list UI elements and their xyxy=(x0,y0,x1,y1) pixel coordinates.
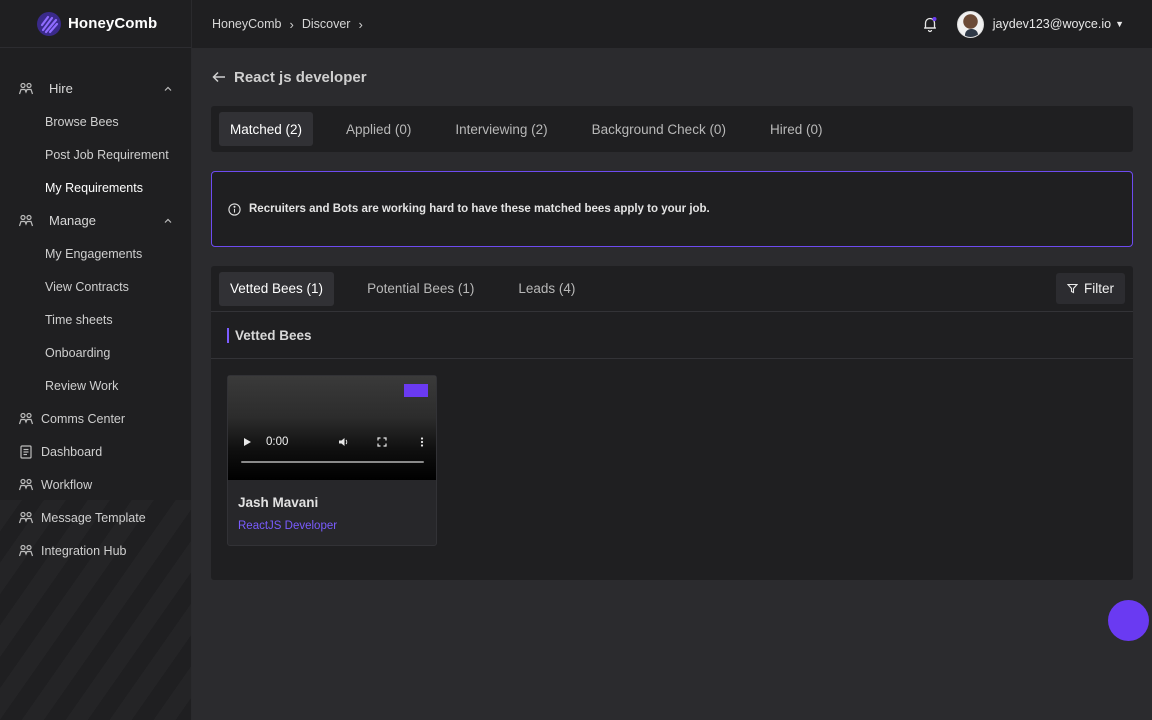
video-player[interactable]: 0:00 xyxy=(228,376,436,480)
sidebar-group-hire[interactable]: Hire xyxy=(0,72,191,105)
people-icon xyxy=(18,544,34,556)
sidebar-group-label: Hire xyxy=(49,81,73,96)
bee-card[interactable]: 0:00 Jash Mavani ReactJS Developer xyxy=(227,375,437,546)
section-header: Vetted Bees xyxy=(211,312,1133,359)
tab-matched[interactable]: Matched (2) xyxy=(219,112,314,146)
breadcrumb-item-discover[interactable]: Discover xyxy=(302,17,351,31)
chevron-up-icon[interactable] xyxy=(163,216,173,226)
info-banner: Recruiters and Bots are working hard to … xyxy=(211,171,1133,247)
user-area: jaydev123@woyce.io ▼ xyxy=(921,0,1124,48)
logo[interactable]: HoneyComb xyxy=(0,0,191,48)
sidebar-item-label: Comms Center xyxy=(41,411,126,426)
document-icon xyxy=(20,444,32,459)
sidebar-item-browse-bees[interactable]: Browse Bees xyxy=(0,105,191,138)
play-icon[interactable] xyxy=(242,437,252,447)
floating-action-button[interactable] xyxy=(1108,600,1149,641)
back-arrow-icon[interactable] xyxy=(211,69,227,85)
sidebar-item-review-work[interactable]: Review Work xyxy=(0,369,191,402)
sidebar-item-time-sheets[interactable]: Time sheets xyxy=(0,303,191,336)
tab-leads[interactable]: Leads (4) xyxy=(507,272,586,306)
sidebar-item-comms-center[interactable]: Comms Center xyxy=(0,402,191,435)
sidebar-item-dashboard[interactable]: Dashboard xyxy=(0,435,191,468)
people-icon xyxy=(18,412,34,424)
sidebar-nav: Hire Browse Bees Post Job Requirement My… xyxy=(0,48,191,567)
sidebar-item-post-job-requirement[interactable]: Post Job Requirement xyxy=(0,138,191,171)
bee-role: ReactJS Developer xyxy=(238,520,338,532)
section-accent-bar xyxy=(227,327,229,343)
fullscreen-icon[interactable] xyxy=(376,436,388,448)
info-text: Recruiters and Bots are working hard to … xyxy=(249,203,710,215)
caret-down-icon[interactable]: ▼ xyxy=(1115,19,1124,29)
people-icon xyxy=(18,478,34,490)
honeycomb-logo-icon xyxy=(37,11,61,36)
page-title: React js developer xyxy=(234,68,367,86)
info-icon xyxy=(228,202,241,216)
page-header: React js developer xyxy=(211,48,1133,106)
bell-icon[interactable] xyxy=(921,15,939,33)
sidebar-item-my-engagements[interactable]: My Engagements xyxy=(0,237,191,270)
app-name: HoneyComb xyxy=(68,15,158,32)
tab-potential-bees[interactable]: Potential Bees (1) xyxy=(356,272,485,306)
chevron-right-icon: › xyxy=(289,16,294,32)
tab-hired[interactable]: Hired (0) xyxy=(759,112,834,146)
section-title: Vetted Bees xyxy=(235,327,312,343)
sidebar-item-label: Integration Hub xyxy=(41,543,127,558)
avatar[interactable] xyxy=(956,10,984,38)
sidebar: HoneyComb Hire Browse Bees Post Job Requ… xyxy=(0,0,192,720)
volume-icon[interactable] xyxy=(338,436,350,448)
video-time: 0:00 xyxy=(266,436,289,448)
main-content: React js developer Matched (2) Applied (… xyxy=(211,48,1133,580)
sidebar-item-my-requirements[interactable]: My Requirements xyxy=(0,171,191,204)
tab-vetted-bees[interactable]: Vetted Bees (1) xyxy=(219,271,335,306)
sidebar-group-manage[interactable]: Manage xyxy=(0,204,191,237)
sidebar-item-label: Message Template xyxy=(41,510,146,525)
bee-name[interactable]: Jash Mavani xyxy=(238,495,436,510)
sidebar-item-onboarding[interactable]: Onboarding xyxy=(0,336,191,369)
breadcrumb-item-honeycomb[interactable]: HoneyComb xyxy=(212,17,281,31)
bee-tabs: Vetted Bees (1) Potential Bees (1) Leads… xyxy=(211,266,1133,312)
tab-interviewing[interactable]: Interviewing (2) xyxy=(444,112,558,146)
sidebar-item-label: Dashboard xyxy=(41,444,103,459)
people-icon xyxy=(18,214,34,226)
chevron-right-icon: › xyxy=(358,16,363,32)
sidebar-group-label: Manage xyxy=(49,213,96,228)
people-icon xyxy=(18,82,34,94)
breadcrumb: HoneyComb › Discover › xyxy=(212,17,371,32)
chevron-up-icon[interactable] xyxy=(163,84,173,94)
top-bar: HoneyComb › Discover › jaydev123@woyce.i… xyxy=(192,0,1152,48)
tab-applied[interactable]: Applied (0) xyxy=(335,112,422,146)
more-vertical-icon[interactable] xyxy=(416,436,428,448)
status-tabs: Matched (2) Applied (0) Interviewing (2)… xyxy=(211,106,1133,152)
filter-label: Filter xyxy=(1084,281,1114,296)
video-badge xyxy=(404,384,428,397)
tab-background-check[interactable]: Background Check (0) xyxy=(581,112,737,146)
sidebar-item-workflow[interactable]: Workflow xyxy=(0,468,191,501)
sidebar-item-label: Workflow xyxy=(41,477,93,492)
people-icon xyxy=(18,511,34,523)
sidebar-item-view-contracts[interactable]: View Contracts xyxy=(0,270,191,303)
sidebar-item-message-template[interactable]: Message Template xyxy=(0,501,191,534)
user-email[interactable]: jaydev123@woyce.io xyxy=(993,17,1111,31)
filter-button[interactable]: Filter xyxy=(1056,273,1125,304)
video-progress-bar[interactable] xyxy=(241,461,424,463)
video-controls: 0:00 xyxy=(228,432,436,452)
sidebar-item-integration-hub[interactable]: Integration Hub xyxy=(0,534,191,567)
filter-icon xyxy=(1067,283,1078,294)
